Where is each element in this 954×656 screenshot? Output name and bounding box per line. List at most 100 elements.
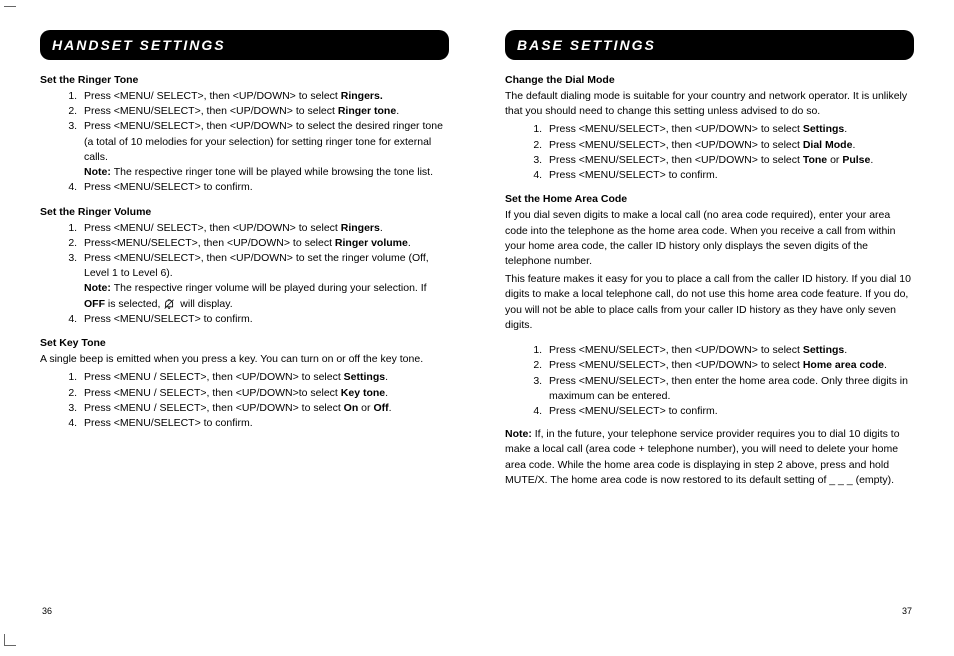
note-text: The respective ringer volume will be pla… <box>114 282 427 294</box>
step-text: Press <MENU/SELECT>, then <UP/DOWN> to s… <box>84 105 338 117</box>
step-bold: Off <box>373 402 388 414</box>
step-bold: Ringer volume <box>335 237 408 249</box>
step-item: Press <MENU/SELECT>, then enter the home… <box>545 374 914 404</box>
step-text: Press <MENU/SELECT> to confirm. <box>549 169 718 181</box>
step-text: . <box>389 402 392 414</box>
step-item: Press <MENU/SELECT>, then <UP/DOWN> to s… <box>80 119 449 180</box>
step-text: . <box>408 237 411 249</box>
step-text: . <box>852 139 855 151</box>
step-item: Press <MENU / SELECT>, then <UP/DOWN> to… <box>80 370 449 385</box>
note-text: will display. <box>177 298 232 310</box>
step-text: Press <MENU/SELECT>, then <UP/DOWN> to s… <box>84 120 443 162</box>
step-text: Press <MENU/SELECT> to confirm. <box>84 313 253 325</box>
step-bold: On <box>344 402 359 414</box>
subhead-home-area-code: Set the Home Area Code <box>505 193 914 205</box>
step-bold: Ringers. <box>341 90 383 102</box>
page-right: BASE SETTINGS Change the Dial Mode The d… <box>477 0 954 656</box>
step-item: Press <MENU/SELECT>, then <UP/DOWN> to s… <box>545 343 914 358</box>
ringer-off-icon <box>163 298 177 310</box>
steps-ringer-tone: Press <MENU/ SELECT>, then <UP/DOWN> to … <box>40 89 449 196</box>
step-text: Press <MENU/SELECT>, then <UP/DOWN> to s… <box>84 252 429 279</box>
step-bold: OFF <box>84 298 105 310</box>
step-bold: Ringer tone <box>338 105 396 117</box>
crop-mark-icon <box>4 634 16 646</box>
step-item: Press <MENU/SELECT>, then <UP/DOWN> to s… <box>545 153 914 168</box>
step-item: Press <MENU/SELECT>, then <UP/DOWN> to s… <box>545 122 914 137</box>
step-item: Press <MENU / SELECT>, then <UP/DOWN> to… <box>80 401 449 416</box>
note-label: Note: <box>505 428 535 440</box>
section-header-base: BASE SETTINGS <box>505 30 914 60</box>
step-text: . <box>385 387 388 399</box>
step-bold: Ringers <box>341 222 380 234</box>
intro-text: The default dialing mode is suitable for… <box>505 89 914 119</box>
steps-ringer-volume: Press <MENU/ SELECT>, then <UP/DOWN> to … <box>40 221 449 328</box>
step-item: Press <MENU/ SELECT>, then <UP/DOWN> to … <box>80 89 449 104</box>
step-text: . <box>385 371 388 383</box>
step-text: Press<MENU/SELECT>, then <UP/DOWN> to se… <box>84 237 335 249</box>
step-item: Press <MENU/SELECT> to confirm. <box>545 404 914 419</box>
step-text: . <box>844 123 847 135</box>
step-text: Press <MENU/ SELECT>, then <UP/DOWN> to … <box>84 90 341 102</box>
paragraph: This feature makes it easy for you to pl… <box>505 272 914 333</box>
step-item: Press <MENU/SELECT>, then <UP/DOWN> to s… <box>545 138 914 153</box>
page-spread: HANDSET SETTINGS Set the Ringer Tone Pre… <box>0 0 954 656</box>
step-text: Press <MENU / SELECT>, then <UP/DOWN> to… <box>84 402 344 414</box>
subhead-key-tone: Set Key Tone <box>40 337 449 349</box>
paragraph: If you dial seven digits to make a local… <box>505 208 914 269</box>
step-bold: Tone <box>803 154 827 166</box>
step-text: Press <MENU/SELECT>, then <UP/DOWN> to s… <box>549 154 803 166</box>
note-text: The respective ringer tone will be playe… <box>114 166 433 178</box>
step-text: . <box>380 222 383 234</box>
step-item: Press <MENU/ SELECT>, then <UP/DOWN> to … <box>80 221 449 236</box>
subhead-ringer-volume: Set the Ringer Volume <box>40 206 449 218</box>
page-number: 36 <box>42 606 52 616</box>
step-text: Press <MENU/SELECT>, then <UP/DOWN> to s… <box>549 359 803 371</box>
step-bold: Settings <box>803 123 844 135</box>
subhead-ringer-tone: Set the Ringer Tone <box>40 74 449 86</box>
step-text: . <box>870 154 873 166</box>
crop-mark-icon <box>4 6 16 18</box>
step-item: Press <MENU/SELECT> to confirm. <box>80 312 449 327</box>
step-item: Press <MENU/SELECT>, then <UP/DOWN> to s… <box>545 358 914 373</box>
step-text: Press <MENU/SELECT>, then <UP/DOWN> to s… <box>549 123 803 135</box>
step-item: Press <MENU/SELECT> to confirm. <box>80 416 449 431</box>
step-item: Press <MENU/SELECT> to confirm. <box>80 180 449 195</box>
step-item: Press <MENU/SELECT>, then <UP/DOWN> to s… <box>80 104 449 119</box>
step-text: . <box>396 105 399 117</box>
subhead-dial-mode: Change the Dial Mode <box>505 74 914 86</box>
step-bold: Home area code <box>803 359 884 371</box>
step-item: Press <MENU/SELECT> to confirm. <box>545 168 914 183</box>
step-bold: Settings <box>344 371 385 383</box>
step-text: Press <MENU/SELECT>, then <UP/DOWN> to s… <box>549 344 803 356</box>
note-label: Note: <box>84 166 114 178</box>
step-text: Press <MENU / SELECT>, then <UP/DOWN>to … <box>84 387 341 399</box>
step-text: Press <MENU/SELECT>, then enter the home… <box>549 375 908 402</box>
section-header-handset: HANDSET SETTINGS <box>40 30 449 60</box>
note-text: If, in the future, your telephone servic… <box>505 428 900 486</box>
step-text: Press <MENU/SELECT> to confirm. <box>84 417 253 429</box>
step-bold: Settings <box>803 344 844 356</box>
steps-home-area-code: Press <MENU/SELECT>, then <UP/DOWN> to s… <box>505 343 914 419</box>
page-left: HANDSET SETTINGS Set the Ringer Tone Pre… <box>0 0 477 656</box>
step-text: Press <MENU/SELECT>, then <UP/DOWN> to s… <box>549 139 803 151</box>
steps-dial-mode: Press <MENU/SELECT>, then <UP/DOWN> to s… <box>505 122 914 183</box>
step-text: Press <MENU/ SELECT>, then <UP/DOWN> to … <box>84 222 341 234</box>
step-bold: Dial Mode <box>803 139 853 151</box>
step-text: or <box>358 402 373 414</box>
step-text: . <box>884 359 887 371</box>
step-text: Press <MENU/SELECT> to confirm. <box>549 405 718 417</box>
step-text: . <box>844 344 847 356</box>
steps-key-tone: Press <MENU / SELECT>, then <UP/DOWN> to… <box>40 370 449 431</box>
step-text: or <box>827 154 842 166</box>
intro-text: A single beep is emitted when you press … <box>40 352 449 367</box>
note-paragraph: Note: If, in the future, your telephone … <box>505 427 914 488</box>
step-bold: Pulse <box>842 154 870 166</box>
note-text: is selected, <box>105 298 163 310</box>
page-number: 37 <box>902 606 912 616</box>
step-item: Press <MENU / SELECT>, then <UP/DOWN>to … <box>80 386 449 401</box>
note-label: Note: <box>84 282 114 294</box>
step-item: Press<MENU/SELECT>, then <UP/DOWN> to se… <box>80 236 449 251</box>
step-text: Press <MENU / SELECT>, then <UP/DOWN> to… <box>84 371 344 383</box>
step-text: Press <MENU/SELECT> to confirm. <box>84 181 253 193</box>
step-bold: Key tone <box>341 387 385 399</box>
